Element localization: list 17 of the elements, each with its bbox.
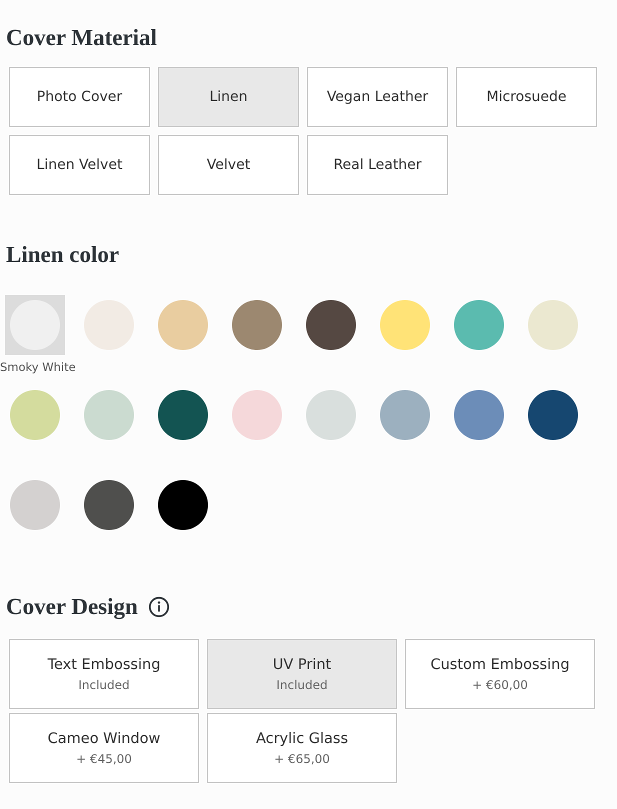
design-option[interactable]: Cameo Window + €45,00 xyxy=(9,713,199,783)
design-option[interactable]: UV Print Included xyxy=(207,639,397,709)
material-option[interactable]: Velvet xyxy=(158,135,299,195)
material-option[interactable]: Vegan Leather xyxy=(307,67,448,127)
section-title: Cover Material xyxy=(6,24,158,52)
swatch-label: Smoky White xyxy=(0,360,76,374)
material-option[interactable]: Microsuede xyxy=(456,67,597,127)
material-option[interactable]: Linen Velvet xyxy=(9,135,150,195)
material-option[interactable]: Real Leather xyxy=(307,135,448,195)
section-title: Cover Design xyxy=(6,593,138,622)
material-option[interactable]: Linen xyxy=(158,67,299,127)
design-option[interactable]: Custom Embossing + €60,00 xyxy=(405,639,595,709)
section-title: Linen color xyxy=(6,241,120,269)
material-option[interactable]: Photo Cover xyxy=(9,67,150,127)
design-option[interactable]: Text Embossing Included xyxy=(9,639,199,709)
info-icon[interactable] xyxy=(148,596,170,618)
design-option[interactable]: Acrylic Glass + €65,00 xyxy=(207,713,397,783)
